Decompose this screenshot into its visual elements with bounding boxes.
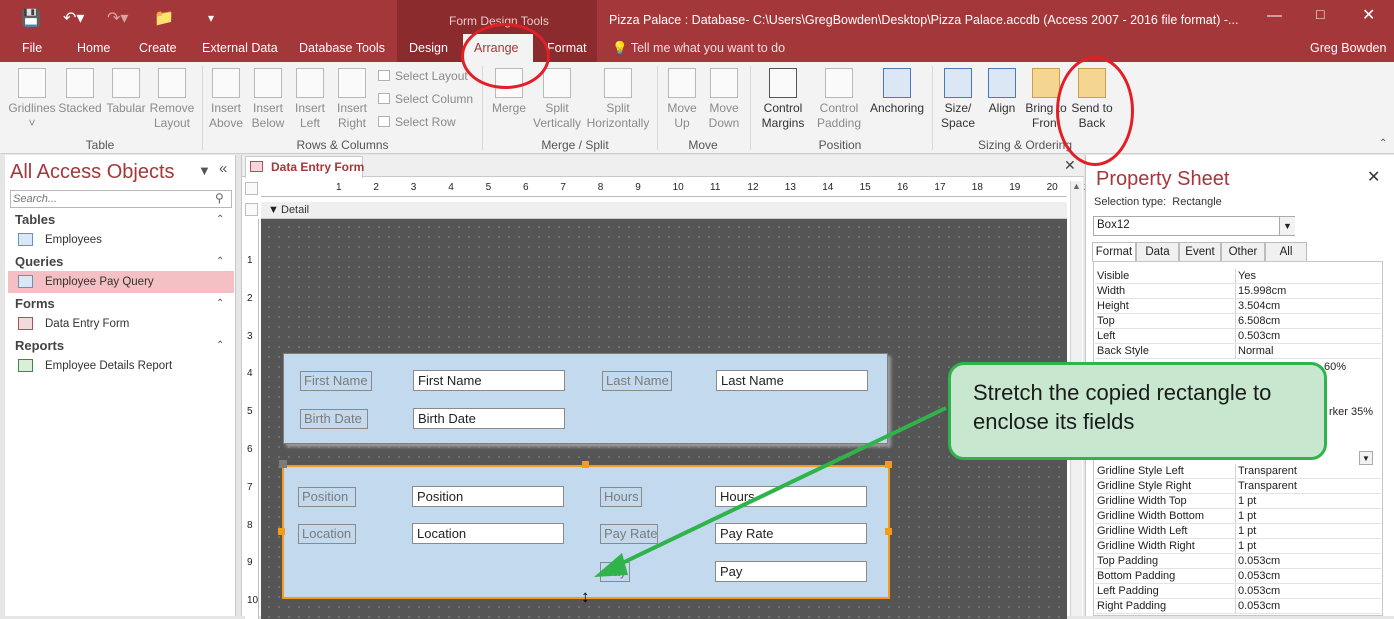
callout-box: Stretch the copied rectangle to enclose … (948, 362, 1327, 460)
highlight-ring-send-to-back (1056, 56, 1134, 166)
annotation-overlay (594, 406, 947, 577)
highlight-ring-arrange (461, 23, 550, 89)
callout-arrow-line (615, 406, 947, 568)
callout-arrowhead (594, 553, 628, 577)
